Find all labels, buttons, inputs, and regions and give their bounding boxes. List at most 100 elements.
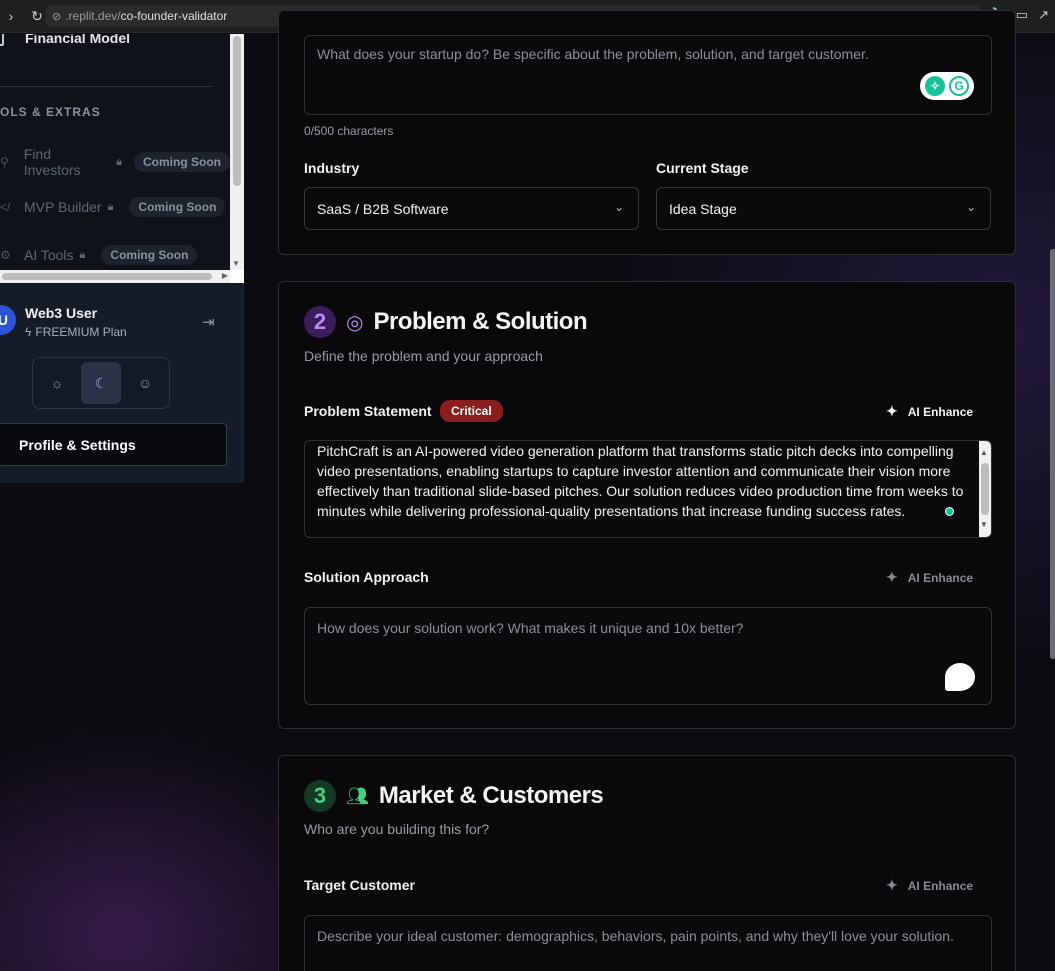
overview-card: What does your startup do? Be specific a… [278, 10, 1016, 255]
sparkles-icon: ✦ [886, 569, 898, 585]
industry-select[interactable]: SaaS / B2B Software ⌄ [304, 187, 639, 230]
code-icon: </ [0, 200, 11, 214]
char-count: 0/500 characters [304, 124, 394, 138]
plan-label: FREEMIUM Plan [35, 325, 127, 339]
stage-value: Idea Stage [669, 200, 737, 217]
chevron-down-icon: ⌄ [965, 200, 976, 214]
sidebar-vertical-scrollbar[interactable]: ▼ [230, 34, 244, 270]
ai-enhance-button[interactable]: ✦ AI Enhance [886, 569, 973, 586]
chat-bubble-icon[interactable] [945, 663, 975, 691]
sidebar-item-find-investors[interactable]: ⚲ Find Investors 🔒︎ Coming Soon [0, 146, 230, 178]
user-plan: ϟ FREEMIUM Plan [25, 325, 127, 339]
logout-icon[interactable]: ⇥ [202, 313, 215, 331]
scroll-up-icon[interactable]: ▲ [980, 443, 988, 463]
moon-icon: ☾ [94, 374, 108, 391]
sidebar-item-label: AI Tools [24, 247, 74, 263]
grammarly-dot-icon[interactable] [945, 507, 954, 516]
problem-solution-card: 2 ◎ Problem & Solution Define the proble… [278, 281, 1016, 729]
section-header: 2 ◎ Problem & Solution [304, 306, 588, 338]
sidebar-item-label: MVP Builder [24, 199, 102, 215]
sidebar-section-label: OLS & EXTRAS [0, 105, 101, 119]
dark-theme-button[interactable]: ☾ [81, 362, 121, 404]
solution-approach-label: Solution Approach [304, 569, 429, 585]
theme-switcher: ☼ ☾ ☺ [32, 357, 170, 409]
scrollbar-thumb[interactable] [1050, 249, 1055, 659]
section-number: 3 [304, 780, 336, 812]
section-number: 2 [304, 306, 336, 338]
target-icon: ◎ [346, 311, 364, 334]
ai-enhance-label: AI Enhance [907, 570, 974, 585]
scroll-right-icon[interactable]: ▶ [222, 271, 228, 280]
scrollbar-thumb[interactable] [233, 36, 241, 186]
sidebar-divider [0, 86, 212, 87]
users-icon: 👥︎ [346, 785, 369, 806]
sidebar-item-ai-tools[interactable]: ⚙ AI Tools 🔒︎ Coming Soon [0, 245, 198, 265]
ai-enhance-label: AI Enhance [907, 878, 974, 893]
incognito-theme-button[interactable]: ☺ [125, 362, 165, 404]
problem-text: PitchCraft is an AI-powered video genera… [317, 443, 964, 519]
section-header: 3 👥︎ Market & Customers [304, 780, 604, 812]
user-name: Web3 User [25, 305, 98, 321]
avatar[interactable]: U [0, 305, 16, 335]
stage-select[interactable]: Idea Stage ⌄ [656, 187, 991, 230]
coming-soon-badge: Coming Soon [134, 152, 230, 172]
sidebar-item-mvp-builder[interactable]: </ MVP Builder 🔒︎ Coming Soon [0, 197, 226, 217]
industry-value: SaaS / B2B Software [317, 200, 449, 217]
sparkles-icon: ✦ [886, 403, 898, 419]
lock-icon: 🔒︎ [79, 248, 86, 261]
url-host: .replit.dev/ [65, 9, 121, 23]
chart-icon [0, 34, 4, 46]
devices-icon[interactable]: ▭ [1016, 7, 1028, 23]
solution-approach-textarea[interactable]: How does your solution work? What makes … [304, 607, 992, 705]
sidebar-item-label: Find Investors [23, 146, 81, 178]
industry-label: Industry [304, 160, 360, 176]
open-external-icon[interactable]: ↗ [1038, 7, 1049, 23]
solution-placeholder: How does your solution work? What makes … [317, 620, 744, 636]
page-scrollbar[interactable] [1047, 34, 1055, 971]
light-theme-button[interactable]: ☼ [37, 362, 77, 404]
reload-icon[interactable]: ↻ [26, 8, 48, 25]
scroll-down-icon[interactable]: ▼ [980, 515, 988, 535]
market-customers-card: 3 👥︎ Market & Customers Who are you buil… [278, 755, 1016, 971]
forward-icon[interactable]: › [0, 8, 22, 24]
critical-badge: Critical [440, 400, 503, 422]
scrollbar-thumb[interactable] [2, 273, 212, 280]
scrollbar-thumb[interactable] [981, 463, 989, 515]
target-customer-label: Target Customer [304, 877, 415, 893]
description-textarea[interactable]: What does your startup do? Be specific a… [304, 35, 992, 115]
grammarly-widget[interactable]: ✧ G [920, 72, 974, 100]
site-info-icon[interactable]: ⊘ [52, 10, 61, 23]
coming-soon-badge: Coming Soon [129, 197, 226, 217]
problem-statement-textarea[interactable]: PitchCraft is an AI-powered video genera… [304, 440, 992, 538]
profile-settings-button[interactable]: Profile & Settings [0, 423, 227, 466]
sidebar-horizontal-scrollbar[interactable]: ▶ [0, 270, 230, 283]
sidebar-item-financial-model[interactable]: Financial Model [25, 34, 130, 46]
lock-icon: 🔒︎ [107, 200, 114, 213]
sidebar-user-panel: U Web3 User ϟ FREEMIUM Plan ⇥ ☼ ☾ ☺ Prof… [0, 283, 244, 483]
lightbulb-icon[interactable]: ✧ [925, 76, 945, 96]
chevron-down-icon: ⌄ [613, 200, 624, 214]
ai-enhance-button[interactable]: ✦ AI Enhance [886, 403, 973, 420]
lock-icon: 🔒︎ [116, 155, 122, 168]
section-subtitle: Define the problem and your approach [304, 348, 543, 364]
search-icon: ⚲ [0, 155, 9, 169]
grammarly-icon[interactable]: G [949, 76, 969, 96]
mask-icon: ☺ [137, 375, 153, 391]
problem-statement-label: Problem Statement [304, 403, 432, 419]
lightning-icon: ϟ [25, 325, 32, 339]
sparkles-icon: ✦ [886, 877, 898, 893]
ai-enhance-label: AI Enhance [907, 404, 974, 419]
url-path: co-founder-validator [120, 9, 228, 23]
sidebar-nav: Financial Model OLS & EXTRAS ⚲ Find Inve… [0, 34, 244, 283]
textarea-scrollbar[interactable]: ▲ ▼ [979, 441, 991, 537]
cpu-icon: ⚙ [0, 248, 11, 262]
section-title: Problem & Solution [373, 308, 588, 335]
section-subtitle: Who are you building this for? [304, 821, 490, 837]
sun-icon: ☼ [50, 375, 64, 391]
ai-enhance-button[interactable]: ✦ AI Enhance [886, 877, 973, 894]
scroll-down-icon[interactable]: ▼ [232, 259, 240, 268]
section-title: Market & Customers [378, 782, 604, 809]
coming-soon-badge: Coming Soon [101, 245, 198, 265]
target-customer-textarea[interactable]: Describe your ideal customer: demographi… [304, 915, 992, 971]
stage-label: Current Stage [656, 160, 749, 176]
